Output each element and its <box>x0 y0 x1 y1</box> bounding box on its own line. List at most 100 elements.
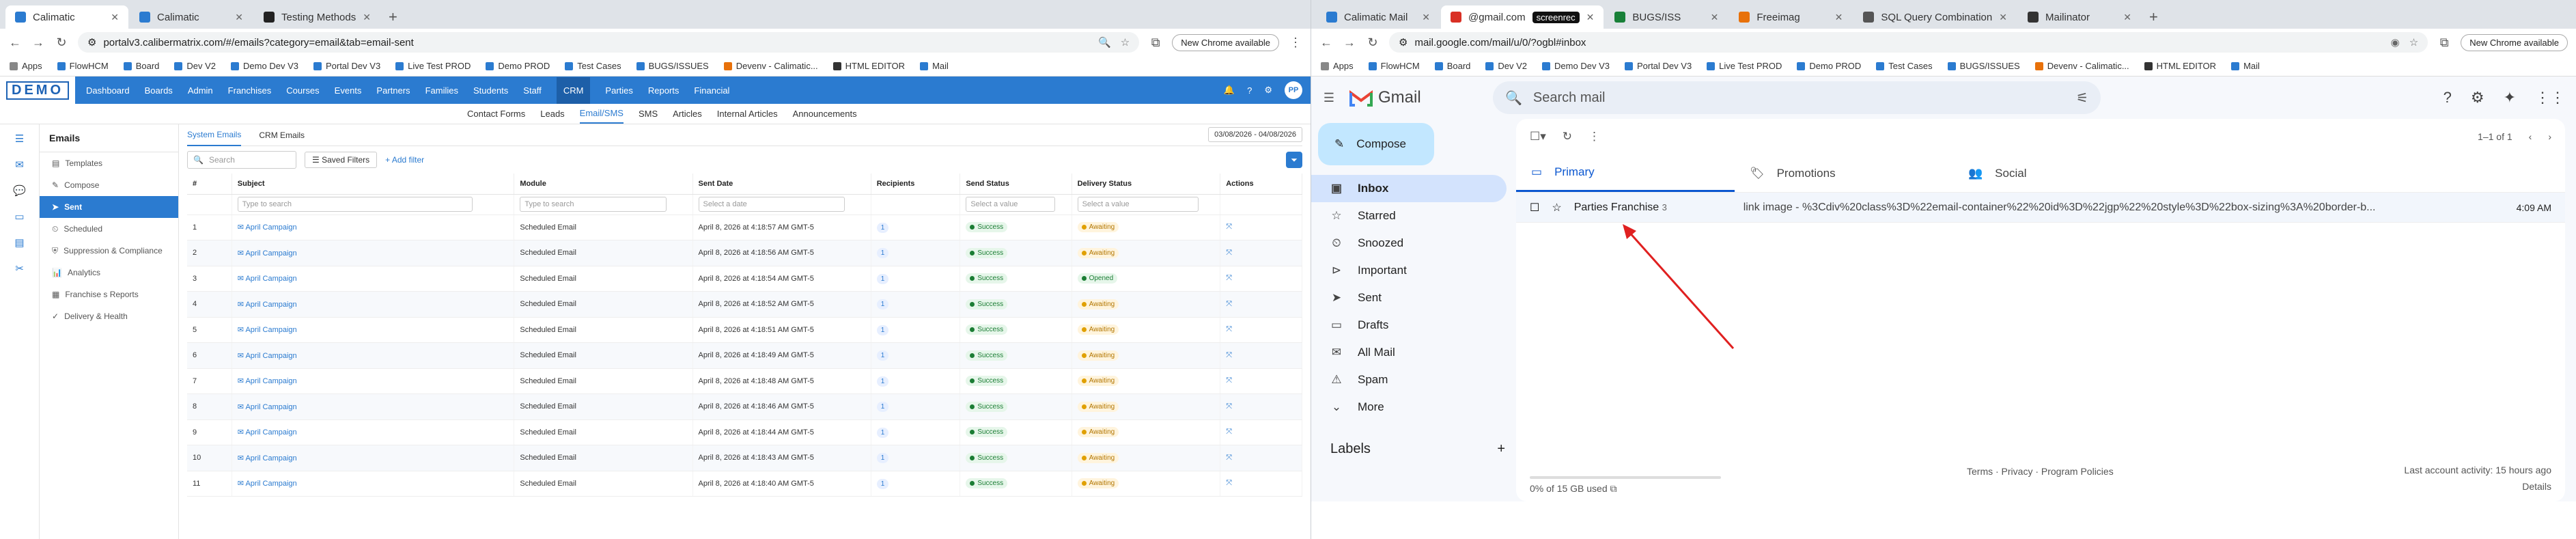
bookmark-item[interactable]: Demo Dev V3 <box>231 61 298 71</box>
date-range-picker[interactable]: 03/08/2026 - 04/08/2026 <box>1208 127 1302 142</box>
bookmark-item[interactable]: Board <box>123 61 159 71</box>
inbox-tab[interactable]: 🏷 Promotions <box>1735 154 1953 192</box>
settings-icon[interactable]: ⚙ <box>2471 89 2484 107</box>
subnav-item[interactable]: Leads <box>540 109 564 119</box>
table-row[interactable]: 1 ✉ April Campaign Scheduled Email April 8,… <box>187 215 1302 240</box>
sidebar-item[interactable]: ✓ Delivery & Health <box>40 305 178 327</box>
column-header[interactable]: Subject <box>232 174 515 195</box>
article-icon[interactable]: ▤ <box>14 236 24 249</box>
nav-item[interactable]: Staff <box>523 85 542 96</box>
bookmark-item[interactable]: FlowHCM <box>1368 61 1420 71</box>
close-tab-icon[interactable]: ✕ <box>1711 12 1719 23</box>
bookmark-item[interactable]: Dev V2 <box>1485 61 1527 71</box>
bookmark-item[interactable]: Live Test PROD <box>1707 61 1782 71</box>
bookmark-item[interactable]: Devenv - Calimatic... <box>723 61 818 71</box>
gmail-nav-item[interactable]: ➤ Sent <box>1311 284 1507 312</box>
subject-link[interactable]: April Campaign <box>245 301 296 309</box>
view-details-icon[interactable]: ⤧ <box>1226 479 1232 487</box>
filter-toggle-icon[interactable]: ⏷ <box>1286 152 1302 168</box>
recipients-badge[interactable]: 1 <box>876 299 889 310</box>
close-tab-icon[interactable]: ✕ <box>1999 12 2007 23</box>
refresh-icon[interactable]: ↻ <box>1563 130 1572 143</box>
tab-system-emails[interactable]: System Emails <box>187 124 242 146</box>
browser-tab[interactable]: @gmail.com screenrec ✕ <box>1441 5 1604 29</box>
recipients-badge[interactable]: 1 <box>876 402 889 413</box>
view-details-icon[interactable]: ⤧ <box>1226 376 1232 385</box>
recipients-badge[interactable]: 1 <box>876 248 889 259</box>
bookmark-item[interactable]: Portal Dev V3 <box>313 61 380 71</box>
nav-item[interactable]: Courses <box>286 85 319 96</box>
gmail-nav-item[interactable]: ▣ Inbox <box>1311 175 1507 202</box>
sidebar-item[interactable]: ➤ Sent <box>40 196 178 218</box>
nav-item[interactable]: Boards <box>145 85 173 96</box>
older-icon[interactable]: › <box>2548 131 2551 142</box>
recipients-badge[interactable]: 1 <box>876 222 889 233</box>
view-details-icon[interactable]: ⤧ <box>1226 325 1232 333</box>
column-header[interactable]: # <box>187 174 232 195</box>
inbox-tab[interactable]: 👥 Social <box>1953 154 2172 192</box>
saved-filters-button[interactable]: ☰ Saved Filters <box>305 152 378 168</box>
sidebar-item[interactable]: ⏲ Scheduled <box>40 218 178 240</box>
recipients-badge[interactable]: 1 <box>876 273 889 284</box>
search-input[interactable]: 🔍 Search mail ⚟ <box>1493 81 2101 114</box>
sidebar-item[interactable]: 📊 Analytics <box>40 262 178 284</box>
chrome-update-button[interactable]: New Chrome available <box>1172 33 1279 51</box>
bookmark-item[interactable]: Apps <box>10 61 42 71</box>
bookmark-item[interactable]: Mail <box>920 61 949 71</box>
subject-link[interactable]: April Campaign <box>245 480 296 488</box>
table-row[interactable]: 9 ✉ April Campaign Scheduled Email April 8,… <box>187 419 1302 445</box>
chat-icon[interactable]: 💬 <box>13 184 26 197</box>
column-filter-input[interactable]: Select a value <box>1077 197 1199 212</box>
browser-tab[interactable]: Testing Methods ✕ <box>254 5 380 29</box>
bookmark-item[interactable]: Board <box>1434 61 1470 71</box>
sms-icon[interactable]: ▭ <box>14 210 24 223</box>
bookmark-item[interactable]: Live Test PROD <box>395 61 471 71</box>
menu-icon[interactable]: ⋮ <box>1289 36 1302 50</box>
bookmark-item[interactable]: FlowHCM <box>57 61 109 71</box>
gmail-nav-item[interactable]: ⌄ More <box>1311 393 1507 421</box>
collapse-menu-icon[interactable]: ☰ <box>15 133 24 145</box>
sidebar-item[interactable]: ▤ Templates <box>40 152 178 174</box>
mail-icon[interactable]: ✉ <box>15 158 24 171</box>
subject-link[interactable]: April Campaign <box>245 454 296 462</box>
tab-crm-emails[interactable]: CRM Emails <box>259 130 305 140</box>
gemini-icon[interactable]: ✦ <box>2504 89 2516 107</box>
forward-icon[interactable]: → <box>1343 36 1356 50</box>
support-icon[interactable]: ? <box>2444 89 2452 107</box>
column-header[interactable]: Sent Date <box>692 174 871 195</box>
zoom-icon[interactable]: 🔍 <box>1098 36 1111 49</box>
recipients-badge[interactable]: 1 <box>876 427 889 438</box>
bookmark-item[interactable]: Apps <box>1321 61 1354 71</box>
settings-icon[interactable]: ⚙ <box>1264 85 1272 96</box>
gmail-nav-item[interactable]: ☆ Starred <box>1311 202 1507 230</box>
bookmark-item[interactable]: Mail <box>2231 61 2260 71</box>
newer-icon[interactable]: ‹ <box>2529 131 2532 142</box>
close-tab-icon[interactable]: ✕ <box>1835 12 1843 23</box>
bookmark-item[interactable]: Demo PROD <box>1797 61 1861 71</box>
add-filter-button[interactable]: + Add filter <box>385 155 424 165</box>
subject-link[interactable]: April Campaign <box>245 275 296 283</box>
browser-tab[interactable]: Mailinator ✕ <box>2018 5 2141 29</box>
nav-item[interactable]: Families <box>425 85 458 96</box>
recipients-badge[interactable]: 1 <box>876 453 889 464</box>
inbox-tab[interactable]: ▭ Primary <box>1516 154 1735 192</box>
nav-item[interactable]: Reports <box>648 85 680 96</box>
close-tab-icon[interactable]: ✕ <box>235 12 243 23</box>
table-row[interactable]: 10 ✉ April Campaign Scheduled Email April 8… <box>187 445 1302 471</box>
reload-icon[interactable]: ↻ <box>55 36 68 50</box>
bookmark-item[interactable]: Demo Dev V3 <box>1542 61 1610 71</box>
demo-logo[interactable]: DEMO <box>0 77 75 104</box>
policies-links[interactable]: Terms · Privacy · Program Policies <box>1967 466 2114 477</box>
sidebar-item[interactable]: ✎ Compose <box>40 174 178 196</box>
gmail-nav-item[interactable]: ⚠ Spam <box>1311 366 1507 393</box>
bookmark-item[interactable]: Test Cases <box>565 61 621 71</box>
column-filter-input[interactable]: Select a value <box>966 197 1056 212</box>
nav-item[interactable]: Financial <box>694 85 729 96</box>
subject-link[interactable]: April Campaign <box>245 326 296 334</box>
close-tab-icon[interactable]: ✕ <box>2123 12 2131 23</box>
subject-link[interactable]: April Campaign <box>245 249 296 258</box>
table-row[interactable]: 7 ✉ April Campaign Scheduled Email April 8,… <box>187 368 1302 394</box>
browser-tab[interactable]: Calimatic ✕ <box>130 5 253 29</box>
subject-link[interactable]: April Campaign <box>245 352 296 360</box>
subject-link[interactable]: April Campaign <box>245 223 296 232</box>
